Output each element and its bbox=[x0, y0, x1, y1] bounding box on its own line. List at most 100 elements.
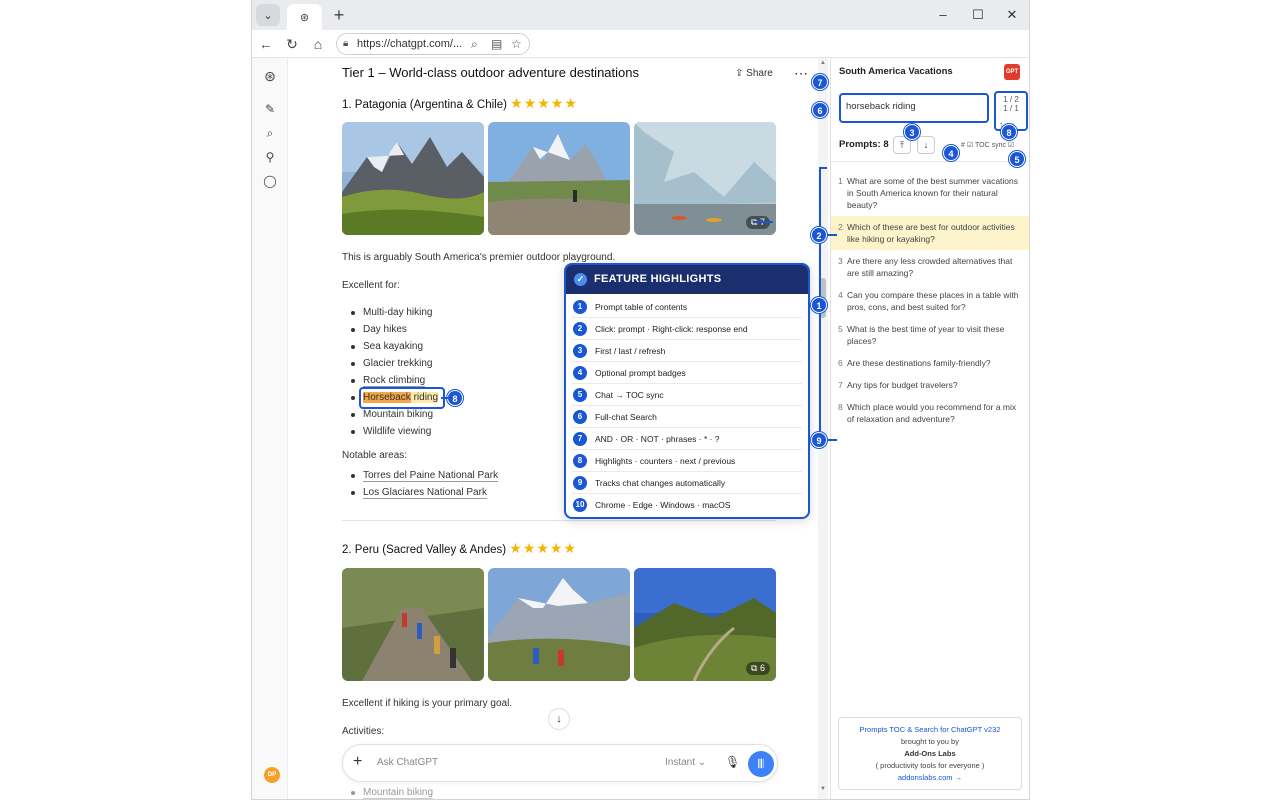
callout-badge: 7 bbox=[812, 74, 828, 90]
toc-item[interactable]: 1 What are some of the best summer vacati… bbox=[831, 170, 1029, 216]
photo-peru-1[interactable] bbox=[342, 568, 484, 681]
photo-patagonia-3[interactable]: ⧉ 7 bbox=[634, 122, 776, 235]
feature-item: 5 Chat → TOC sync bbox=[572, 384, 802, 406]
toc-item[interactable]: 5 What is the best time of year to visit … bbox=[831, 318, 1029, 352]
callout-badge: 2 bbox=[811, 227, 827, 243]
arrow-down-icon: ↓ bbox=[923, 140, 929, 150]
toc-item[interactable]: 7 Any tips for budget travelers? bbox=[831, 374, 1029, 396]
avatar[interactable]: DP bbox=[264, 767, 280, 783]
feature-item: 2 Click: prompt · Right-click: response e… bbox=[572, 318, 802, 340]
new-chat-icon[interactable]: ✎ bbox=[262, 101, 278, 117]
reader-mode-icon[interactable]: ▤ bbox=[491, 34, 502, 54]
prompt-toc-list: 1 What are some of the best summer vacati… bbox=[831, 170, 1029, 430]
callout-badge: 8 bbox=[447, 390, 463, 406]
callout-connector bbox=[441, 397, 449, 399]
voice-mode-button[interactable]: 𝄃𝄃 bbox=[748, 751, 774, 777]
more-options-button[interactable]: ⋯ bbox=[794, 65, 808, 82]
feature-item: 6 Full-chat Search bbox=[572, 406, 802, 428]
list-item: Multi-day hiking bbox=[349, 304, 438, 321]
callout-badge: 1 bbox=[811, 297, 827, 313]
toc-item[interactable]: 3 Are there any less crowded alternatives… bbox=[831, 250, 1029, 284]
new-tab-button[interactable]: + bbox=[328, 5, 350, 25]
patagonia-intro: This is arguably South America's premier… bbox=[342, 252, 616, 263]
chevron-down-icon: ⌄ bbox=[263, 9, 273, 22]
model-mode-selector[interactable]: Instant ⌄ bbox=[665, 757, 706, 768]
mountain-photo bbox=[342, 122, 484, 235]
badges-checkbox[interactable]: ☑ bbox=[967, 142, 973, 149]
share-button[interactable]: ⇪ Share bbox=[735, 68, 773, 79]
photo-patagonia-2[interactable] bbox=[488, 122, 630, 235]
site-info-icon[interactable]: 🔒︎ bbox=[343, 34, 348, 54]
url-field[interactable]: 🔒︎ https://chatgpt.com/... ⌕ ▤ ☆ bbox=[336, 33, 530, 55]
feature-highlights-card: ✓ FEATURE HIGHLIGHTS 1 Prompt table of con… bbox=[564, 263, 810, 519]
attach-plus-icon[interactable]: + bbox=[353, 753, 362, 771]
hiking-trail-photo bbox=[342, 568, 484, 681]
share-icon: ⇪ bbox=[735, 68, 747, 79]
favorite-star-icon[interactable]: ☆ bbox=[511, 34, 522, 54]
notable-areas-label: Notable areas: bbox=[342, 450, 408, 461]
excellent-for-label: Excellent for: bbox=[342, 280, 400, 291]
feature-item: 9 Tracks chat changes automatically bbox=[572, 472, 802, 494]
message-input[interactable]: Ask ChatGPT bbox=[377, 757, 438, 768]
list-item: Mountain biking bbox=[349, 784, 434, 799]
chat-bubble-icon[interactable]: ◯ bbox=[262, 173, 278, 189]
waveform-icon: 𝄃𝄃 bbox=[758, 757, 764, 771]
salkantay-photo bbox=[488, 568, 630, 681]
photo-patagonia-1[interactable] bbox=[342, 122, 484, 235]
close-window-button[interactable]: ✕ bbox=[997, 5, 1027, 25]
activity-list: Multi-day hiking Day hikes Sea kayaking … bbox=[349, 304, 439, 440]
feature-item: 4 Optional prompt badges bbox=[572, 362, 802, 384]
tab-list-button[interactable]: ⌄ bbox=[256, 4, 280, 26]
scroll-to-bottom-button[interactable]: ↓ bbox=[548, 708, 570, 730]
search-input[interactable]: horseback riding bbox=[839, 93, 989, 123]
photo-peru-3[interactable]: ⧉ 6 bbox=[634, 568, 776, 681]
reload-button[interactable]: ↻ bbox=[281, 34, 303, 54]
home-button[interactable]: ⌂ bbox=[307, 34, 329, 54]
torres-del-paine-link[interactable]: Torres del Paine National Park bbox=[363, 470, 499, 482]
extension-name-link[interactable]: Prompts TOC & Search for ChatGPT v232 bbox=[839, 724, 1021, 736]
scroll-down-arrow-icon[interactable]: ▼ bbox=[819, 786, 827, 792]
list-item: Torres del Paine National Park bbox=[349, 467, 499, 484]
feature-item: 1 Prompt table of contents bbox=[572, 296, 802, 318]
microphone-icon[interactable]: 🎙︎ bbox=[725, 755, 740, 769]
los-glaciares-link[interactable]: Los Glaciares National Park bbox=[363, 487, 487, 499]
extension-logo-icon[interactable]: GPT bbox=[1004, 64, 1020, 80]
feature-highlights-header: ✓ FEATURE HIGHLIGHTS bbox=[566, 265, 808, 294]
toc-item[interactable]: 8 Which place would you recommend for a m… bbox=[831, 396, 1029, 430]
callout-badge: 5 bbox=[1009, 151, 1025, 167]
check-circle-icon: ✓ bbox=[574, 273, 587, 286]
divider bbox=[831, 161, 1029, 162]
feature-list: 1 Prompt table of contents 2 Click: prompt… bbox=[566, 294, 808, 517]
toc-item[interactable]: 6 Are these destinations family-friendly? bbox=[831, 352, 1029, 374]
scroll-up-arrow-icon[interactable]: ▲ bbox=[819, 60, 827, 66]
photo-peru-2[interactable] bbox=[488, 568, 630, 681]
toc-item[interactable]: 4 Can you compare these places in a table… bbox=[831, 284, 1029, 318]
last-prompt-button[interactable]: ↓ bbox=[917, 136, 935, 154]
list-item: Glacier trekking bbox=[349, 355, 438, 372]
peru-activity-list: Mountain biking bbox=[349, 784, 434, 799]
pin-icon[interactable]: ⚲ bbox=[262, 149, 278, 165]
toc-item-active[interactable]: 2 Which of these are best for outdoor act… bbox=[831, 216, 1029, 250]
minimize-button[interactable]: – bbox=[928, 5, 958, 25]
addonslabs-link[interactable]: addonslabs.com → bbox=[839, 772, 1021, 784]
feature-item: 10 Chrome · Edge · Windows · macOS bbox=[572, 494, 802, 516]
search-icon[interactable]: ⌕ bbox=[262, 125, 278, 141]
arrow-to-top-icon: ⤒ bbox=[900, 140, 904, 150]
tier-heading: Tier 1 – World-class outdoor adventure d… bbox=[342, 65, 639, 80]
toc-sync-checkbox[interactable]: ☑ bbox=[1008, 142, 1014, 149]
section-divider bbox=[342, 520, 776, 521]
openai-logo-icon[interactable]: ⊛ bbox=[262, 68, 278, 84]
more-photos-badge[interactable]: ⧉ 6 bbox=[746, 662, 770, 675]
arrow-down-icon: ↓ bbox=[556, 713, 562, 725]
list-item: Los Glaciares National Park bbox=[349, 484, 498, 501]
star-rating: ★★★★★ bbox=[509, 540, 578, 556]
maximize-button[interactable]: ☐ bbox=[963, 5, 993, 25]
zoom-icon[interactable]: ⌕ bbox=[471, 34, 478, 54]
callout-badge: 9 bbox=[811, 432, 827, 448]
chatgpt-sidebar-rail: ⊛ ✎ ⌕ ⚲ ◯ DP bbox=[252, 58, 288, 799]
section-heading-patagonia: 1. Patagonia (Argentina & Chile) ★★★★★ bbox=[342, 95, 578, 111]
message-composer: + Ask ChatGPT Instant ⌄ 🎙︎ 𝄃𝄃 bbox=[342, 744, 778, 782]
tab-chatgpt[interactable]: ⊛ bbox=[287, 4, 322, 30]
back-button[interactable]: ← bbox=[255, 34, 277, 54]
callout-connector bbox=[827, 234, 837, 236]
